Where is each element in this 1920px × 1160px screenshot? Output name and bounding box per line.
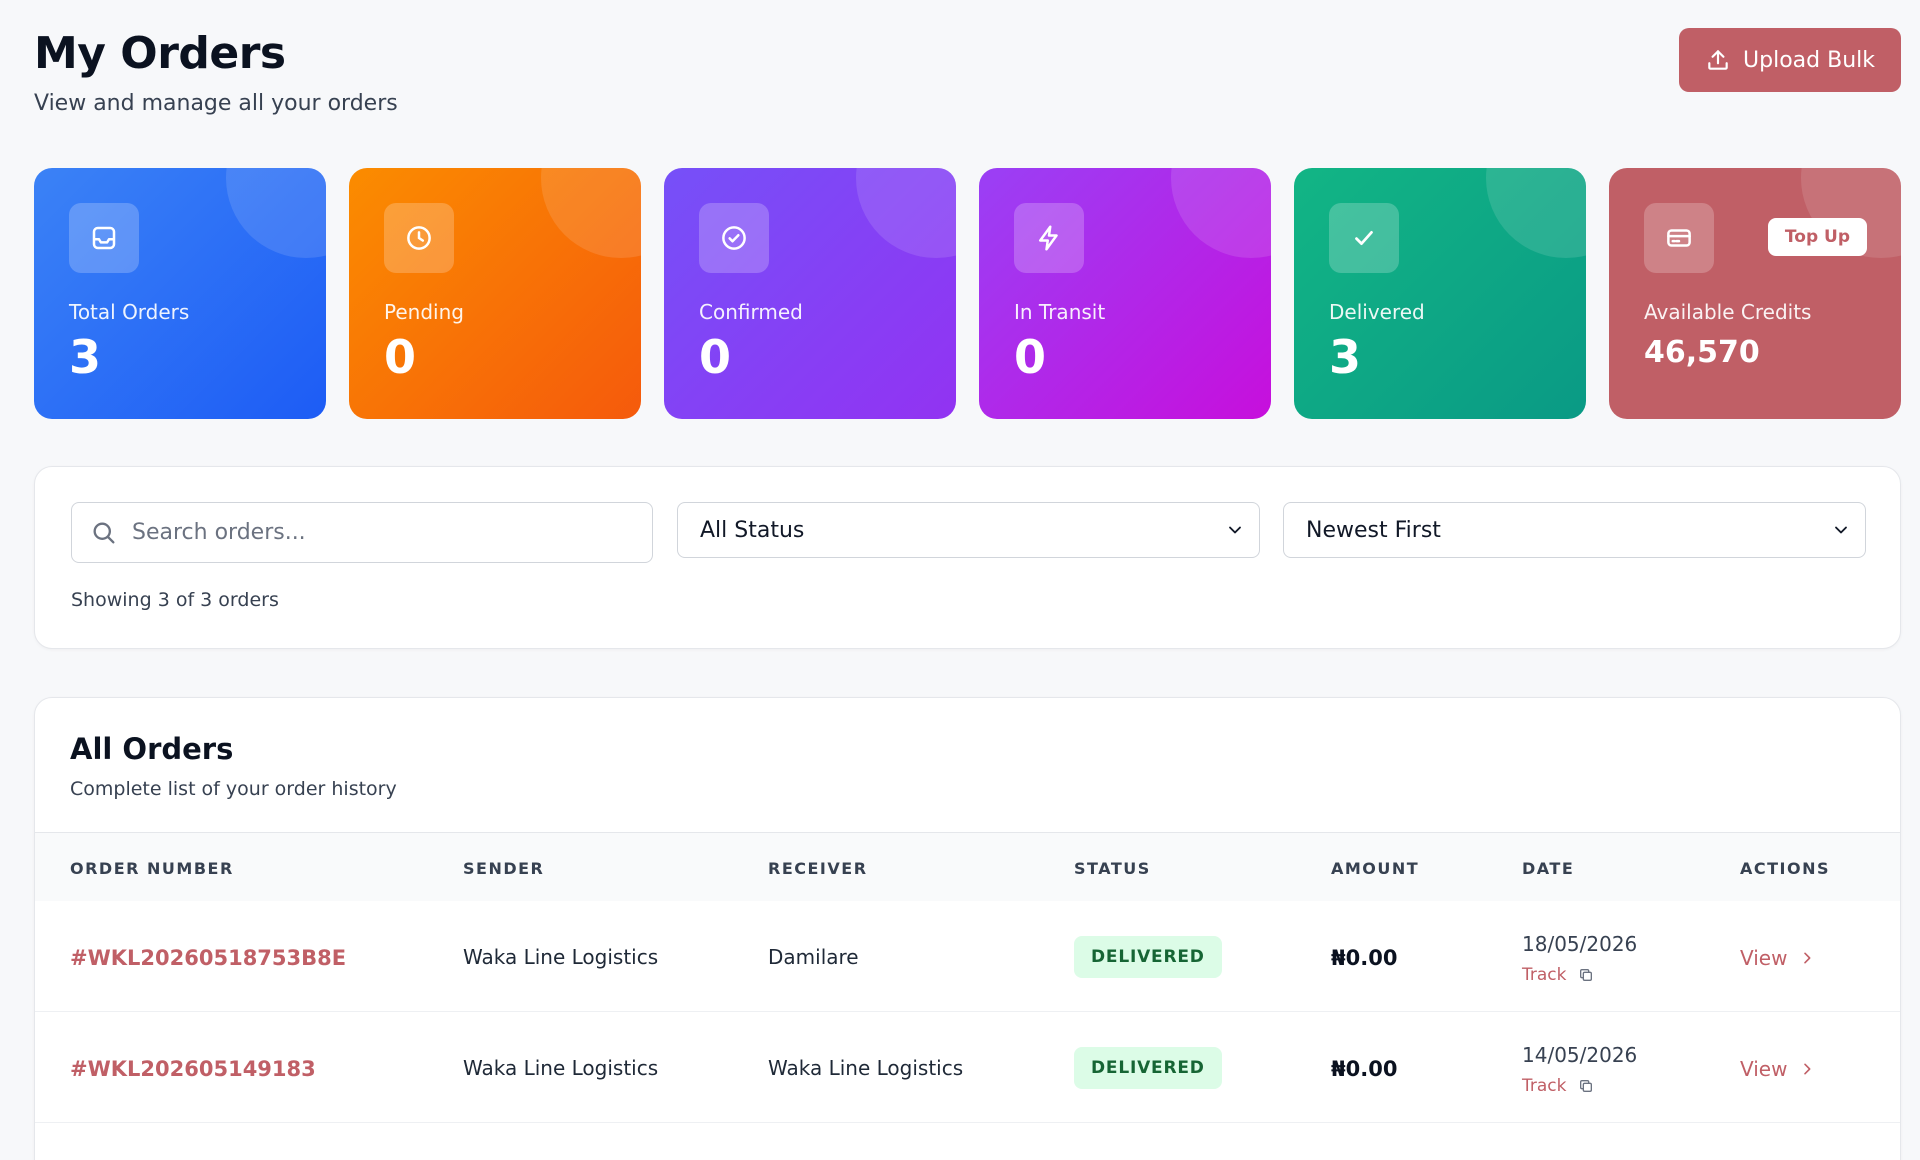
upload-bulk-label: Upload Bulk	[1743, 47, 1875, 73]
column-header-actions: ACTIONS	[1740, 859, 1831, 878]
date-cell: 14/05/2026	[1522, 1043, 1638, 1067]
track-label: Track	[1522, 965, 1567, 985]
orders-subtitle: Complete list of your order history	[70, 778, 397, 800]
view-order-button[interactable]: View	[1740, 946, 1815, 970]
orders-title: All Orders	[70, 732, 234, 766]
stat-value: 3	[1329, 330, 1362, 384]
order-number-link[interactable]: #WKL20260518753B8E	[70, 946, 346, 970]
upload-bulk-button[interactable]: Upload Bulk	[1679, 28, 1901, 92]
sort-value: Newest First	[1306, 517, 1441, 543]
orders-card: All Orders Complete list of your order h…	[34, 697, 1901, 1160]
stat-card-available-credits: Top Up Available Credits 46,570	[1609, 168, 1901, 419]
check-icon	[1329, 203, 1399, 273]
stat-value: 0	[1014, 330, 1047, 384]
amount-cell: ₦0.00	[1331, 1057, 1398, 1081]
stat-value: 3	[69, 330, 102, 384]
inbox-icon	[69, 203, 139, 273]
stat-value: 46,570	[1644, 335, 1760, 370]
column-header-receiver: RECEIVER	[768, 859, 868, 878]
top-up-button[interactable]: Top Up	[1767, 218, 1867, 256]
column-header-date: DATE	[1522, 859, 1575, 878]
check-circle-icon	[699, 203, 769, 273]
stat-card-in-transit: In Transit 0	[979, 168, 1271, 419]
page-subtitle: View and manage all your orders	[34, 91, 398, 116]
status-badge: DELIVERED	[1074, 1047, 1222, 1089]
card-decoration	[1486, 168, 1586, 258]
stat-label: Total Orders	[69, 300, 190, 324]
track-label: Track	[1522, 1076, 1567, 1096]
chevron-right-icon	[1804, 952, 1811, 964]
stat-card-confirmed: Confirmed 0	[664, 168, 956, 419]
stats-row: Total Orders 3 Pending 0 Confirmed 0 In …	[34, 168, 1901, 419]
order-number-link[interactable]: #WKL202605149183	[70, 1057, 316, 1081]
view-label: View	[1740, 1057, 1788, 1081]
table-row: #WKL202605149183 Waka Line Logistics Wak…	[35, 1012, 1900, 1123]
stat-card-total-orders: Total Orders 3	[34, 168, 326, 419]
stat-card-delivered: Delivered 3	[1294, 168, 1586, 419]
stat-value: 0	[384, 330, 417, 384]
column-header-amount: AMOUNT	[1331, 859, 1420, 878]
chevron-down-icon	[1229, 526, 1241, 534]
receiver-cell: Damilare	[768, 945, 859, 969]
page-title: My Orders	[34, 28, 286, 79]
chevron-right-icon	[1804, 1063, 1811, 1075]
column-header-status: STATUS	[1074, 859, 1151, 878]
column-header-sender: SENDER	[463, 859, 545, 878]
receiver-cell: Waka Line Logistics	[768, 1056, 964, 1080]
track-link[interactable]: Track	[1522, 1076, 1594, 1096]
track-link[interactable]: Track	[1522, 965, 1594, 985]
search-input[interactable]	[132, 520, 612, 545]
amount-cell: ₦0.00	[1331, 946, 1398, 970]
credit-card-icon	[1644, 203, 1714, 273]
sender-cell: Waka Line Logistics	[463, 945, 659, 969]
status-filter-value: All Status	[700, 517, 805, 543]
search-box[interactable]	[71, 502, 653, 563]
stat-label: Delivered	[1329, 300, 1425, 324]
copy-icon	[1580, 969, 1593, 981]
sort-select[interactable]: Newest First	[1283, 502, 1866, 558]
search-icon	[93, 522, 115, 543]
card-decoration	[226, 168, 326, 258]
view-order-button[interactable]: View	[1740, 1057, 1815, 1081]
sender-cell: Waka Line Logistics	[463, 1056, 659, 1080]
clock-icon	[384, 203, 454, 273]
chevron-down-icon	[1835, 526, 1847, 534]
results-count: Showing 3 of 3 orders	[71, 589, 279, 611]
filters-card: All Status Newest First Showing 3 of 3 o…	[34, 466, 1901, 649]
stat-card-pending: Pending 0	[349, 168, 641, 419]
view-label: View	[1740, 946, 1788, 970]
date-cell: 18/05/2026	[1522, 932, 1638, 956]
table-header: ORDER NUMBER SENDER RECEIVER STATUS AMOU…	[35, 833, 1900, 901]
page-header: My Orders View and manage all your order…	[34, 28, 398, 116]
stat-label: In Transit	[1014, 300, 1106, 324]
stat-label: Available Credits	[1644, 300, 1812, 324]
lightning-icon	[1014, 203, 1084, 273]
status-badge: DELIVERED	[1074, 936, 1222, 978]
card-decoration	[541, 168, 641, 258]
table-row: #WKL20260518753B8E Waka Line Logistics D…	[35, 901, 1900, 1012]
stat-label: Confirmed	[699, 300, 803, 324]
card-decoration	[1171, 168, 1271, 258]
column-header-order-number: ORDER NUMBER	[70, 859, 234, 878]
card-decoration	[856, 168, 956, 258]
stat-value: 0	[699, 330, 732, 384]
copy-icon	[1580, 1080, 1593, 1092]
status-filter-select[interactable]: All Status	[677, 502, 1260, 558]
stat-label: Pending	[384, 300, 464, 324]
upload-icon	[1708, 50, 1728, 70]
